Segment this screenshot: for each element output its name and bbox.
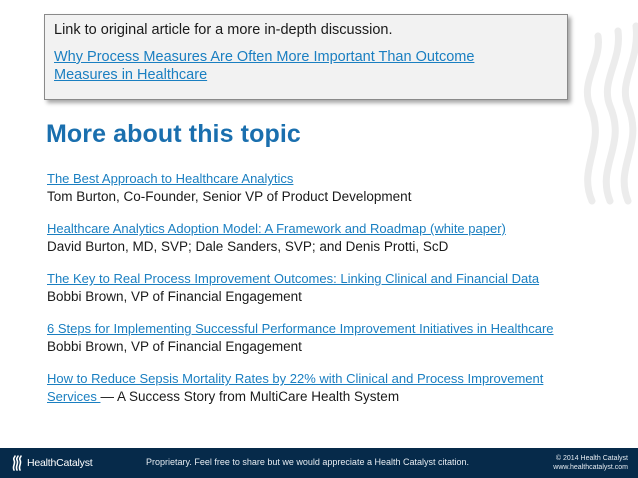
list-item: The Best Approach to Healthcare Analytic… (47, 170, 411, 205)
original-article-link-line2: Measures in Healthcare (54, 67, 208, 83)
article-link-process-improvement[interactable]: The Key to Real Process Improvement Outc… (47, 271, 539, 286)
footer-bar: HealthCatalyst Proprietary. Feel free to… (0, 448, 638, 478)
original-article-callout: Link to original article for a more in-d… (44, 14, 568, 100)
footer-contact: © 2014 Health Catalyst www.healthcatalys… (553, 454, 628, 472)
website-text: www.healthcatalyst.com (553, 464, 628, 471)
article-author: Bobbi Brown, VP of Financial Engagement (47, 289, 302, 304)
brand-name: HealthCatalyst (27, 457, 93, 469)
article-link-sepsis-line2: Services (47, 389, 101, 404)
list-item: Healthcare Analytics Adoption Model: A F… (47, 220, 506, 255)
brand-logo: HealthCatalyst (11, 455, 93, 471)
list-item: How to Reduce Sepsis Mortality Rates by … (47, 370, 607, 406)
article-link-sepsis-line1: How to Reduce Sepsis Mortality Rates by … (47, 371, 544, 386)
article-link-healthcare-analytics[interactable]: The Best Approach to Healthcare Analytic… (47, 171, 293, 186)
flame-logo-icon (12, 455, 22, 471)
callout-intro-text: Link to original article for a more in-d… (54, 22, 393, 38)
article-suffix: — A Success Story from MultiCare Health … (100, 389, 400, 404)
original-article-link-line1: Why Process Measures Are Often More Impo… (54, 49, 475, 65)
article-link-adoption-model[interactable]: Healthcare Analytics Adoption Model: A F… (47, 221, 506, 236)
flame-watermark-icon (583, 22, 638, 205)
article-link-6-steps[interactable]: 6 Steps for Implementing Successful Perf… (47, 321, 554, 336)
section-heading: More about this topic (46, 120, 301, 148)
article-author: David Burton, MD, SVP; Dale Sanders, SVP… (47, 239, 449, 254)
copyright-text: © 2014 Health Catalyst (555, 455, 628, 462)
proprietary-notice: Proprietary. Feel free to share but we w… (146, 457, 469, 467)
list-item: 6 Steps for Implementing Successful Perf… (47, 320, 554, 355)
list-item: The Key to Real Process Improvement Outc… (47, 270, 539, 305)
original-article-link[interactable]: Why Process Measures Are Often More Impo… (54, 48, 558, 84)
article-author: Bobbi Brown, VP of Financial Engagement (47, 339, 302, 354)
article-author: Tom Burton, Co-Founder, Senior VP of Pro… (47, 189, 412, 204)
